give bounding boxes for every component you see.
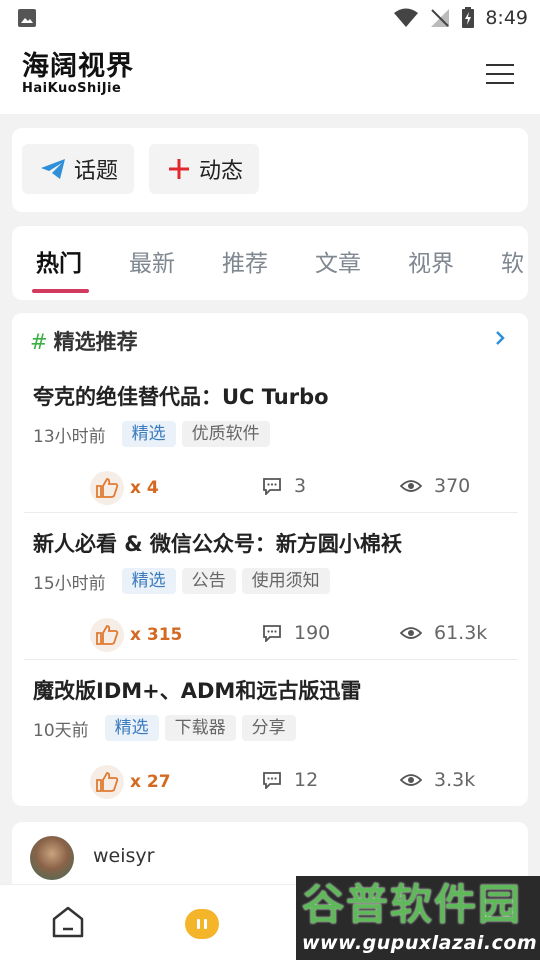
- comment-icon: [263, 772, 281, 789]
- view-count: 3.3k: [434, 769, 476, 791]
- tag-featured[interactable]: 精选: [121, 421, 176, 447]
- view-stat: 3.3k: [400, 769, 475, 791]
- tab-articles[interactable]: 文章: [315, 244, 361, 278]
- post-item[interactable]: 新人必看 & 微信公众号：新方圆小棉袄 15小时前 精选 公告 使用须知 x 3…: [12, 528, 528, 675]
- menu-icon[interactable]: [486, 64, 514, 86]
- post-title[interactable]: 魔改版IDM+、ADM和远古版迅雷: [33, 675, 361, 705]
- tag[interactable]: 优质软件: [181, 421, 270, 447]
- post-button[interactable]: 动态: [149, 144, 260, 194]
- tag[interactable]: 公告: [181, 568, 236, 594]
- app-logo[interactable]: 海阔视界 HaiKuoShiJie: [22, 52, 134, 96]
- divider: [24, 512, 518, 513]
- thumbs-up-icon: [96, 625, 119, 645]
- post-time: 10天前: [33, 720, 89, 741]
- tag-featured[interactable]: 精选: [104, 715, 159, 741]
- comment-count: 3: [294, 475, 307, 497]
- eye-icon: [400, 627, 422, 639]
- post-time: 15小时前: [33, 573, 106, 594]
- tag-featured[interactable]: 精选: [121, 568, 176, 594]
- like-button[interactable]: x 27: [90, 765, 171, 799]
- post-time: 13小时前: [33, 426, 106, 447]
- tag[interactable]: 下载器: [164, 715, 236, 741]
- comment-stat[interactable]: 12: [262, 769, 318, 791]
- thumbs-up-icon: [96, 772, 119, 792]
- no-signal-icon: [431, 9, 450, 27]
- post-title[interactable]: 夸克的绝佳替代品：UC Turbo: [33, 381, 329, 411]
- post-item[interactable]: 魔改版IDM+、ADM和远古版迅雷 10天前 精选 下载器 分享 x 27 12…: [12, 675, 528, 822]
- tab-software[interactable]: 软: [501, 244, 524, 278]
- wifi-icon: [394, 8, 419, 27]
- tab-latest[interactable]: 最新: [129, 244, 175, 278]
- logo-en: HaiKuoShiJie: [22, 81, 122, 96]
- topic-button[interactable]: 话题: [22, 144, 135, 194]
- thumbs-up-icon: [96, 478, 119, 498]
- tab-vision[interactable]: 视界: [408, 244, 454, 278]
- featured-section: # 精选推荐 夸克的绝佳替代品：UC Turbo 13小时前 精选 优质软件 x …: [12, 313, 528, 806]
- view-count: 61.3k: [434, 622, 488, 644]
- view-stat: 370: [400, 475, 470, 497]
- comment-stat[interactable]: 3: [262, 475, 306, 497]
- like-count: x 315: [130, 625, 183, 645]
- pause-icon[interactable]: [185, 909, 219, 939]
- post-item[interactable]: 夸克的绝佳替代品：UC Turbo 13小时前 精选 优质软件 x 4 3 37…: [12, 381, 528, 528]
- plus-icon: [169, 159, 189, 179]
- image-notification-icon: [18, 9, 36, 27]
- home-icon[interactable]: [50, 905, 86, 939]
- view-count: 370: [434, 475, 471, 497]
- clock: 8:49: [485, 7, 528, 29]
- like-count: x 4: [130, 478, 159, 498]
- eye-icon: [400, 480, 422, 492]
- hash-icon: #: [30, 330, 48, 354]
- tab-hot[interactable]: 热门: [36, 244, 82, 278]
- watermark-url: www.gupuxlazai.com: [302, 932, 538, 954]
- like-button[interactable]: x 4: [90, 471, 159, 505]
- like-count: x 27: [130, 772, 171, 792]
- app-header: 海阔视界 HaiKuoShiJie: [0, 36, 540, 114]
- tab-recommend[interactable]: 推荐: [222, 244, 268, 278]
- comment-icon: [263, 625, 281, 642]
- quick-actions: 话题 动态: [12, 128, 528, 212]
- avatar[interactable]: [30, 836, 74, 880]
- site-watermark: 谷普软件园 www.gupuxlazai.com: [296, 876, 540, 960]
- comment-stat[interactable]: 190: [262, 622, 330, 644]
- paper-plane-icon: [41, 159, 65, 179]
- active-tab-indicator: [32, 289, 89, 293]
- chevron-right-icon[interactable]: [494, 329, 506, 347]
- topic-label: 话题: [74, 159, 119, 184]
- comment-icon: [263, 478, 281, 495]
- category-tabs: 热门 最新 推荐 文章 视界 软: [12, 226, 528, 300]
- logo-cn: 海阔视界: [22, 51, 134, 82]
- battery-charging-icon: [462, 7, 475, 28]
- divider: [24, 659, 518, 660]
- username[interactable]: weisyr: [93, 845, 154, 867]
- comment-count: 190: [294, 622, 331, 644]
- eye-icon: [400, 774, 422, 786]
- tag[interactable]: 分享: [241, 715, 296, 741]
- section-title: # 精选推荐: [30, 330, 138, 354]
- status-bar: 8:49: [0, 0, 540, 36]
- view-stat: 61.3k: [400, 622, 487, 644]
- post-title[interactable]: 新人必看 & 微信公众号：新方圆小棉袄: [33, 528, 402, 558]
- comment-count: 12: [294, 769, 319, 791]
- tag[interactable]: 使用须知: [241, 568, 330, 594]
- like-button[interactable]: x 315: [90, 618, 182, 652]
- post-label: 动态: [199, 159, 244, 184]
- watermark-title: 谷普软件园: [302, 880, 523, 929]
